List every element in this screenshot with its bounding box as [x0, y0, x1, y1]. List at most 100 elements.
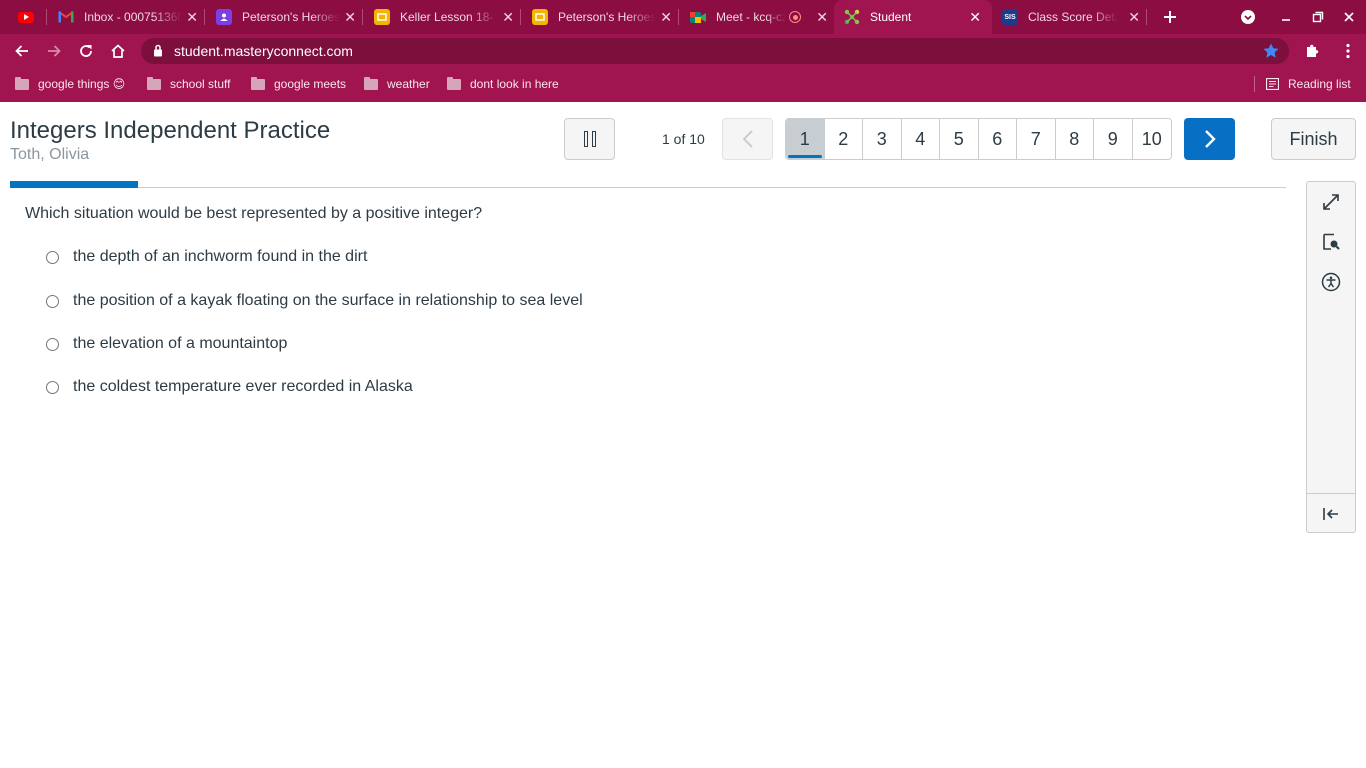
- radio-button[interactable]: [46, 337, 59, 351]
- reading-list-button[interactable]: Reading list: [1266, 68, 1351, 100]
- question-number-button[interactable]: 7: [1017, 119, 1056, 159]
- home-button[interactable]: [106, 39, 130, 63]
- tab-strip: Inbox - 000751360 ✕ Peterson's Heroes ✕ …: [0, 0, 1366, 34]
- next-question-button[interactable]: [1184, 118, 1235, 160]
- tab-title: Peterson's Heroes: [242, 10, 340, 24]
- close-window-button[interactable]: [1334, 0, 1364, 34]
- tab-slides-peterson[interactable]: Peterson's Heroes ✕: [532, 0, 678, 34]
- bookmark-label: google things 😊: [38, 77, 126, 91]
- bookmark-label: google meets: [274, 77, 347, 91]
- close-icon[interactable]: ✕: [1128, 9, 1140, 25]
- question-number-button[interactable]: 5: [940, 119, 979, 159]
- bookmark-star-icon[interactable]: [1262, 42, 1280, 65]
- tab-meet[interactable]: Meet - kcq-cz ✕: [690, 0, 834, 34]
- recording-icon: [789, 11, 801, 23]
- close-icon[interactable]: ✕: [816, 9, 828, 25]
- close-icon[interactable]: ✕: [660, 9, 672, 25]
- pause-icon: [583, 131, 588, 147]
- classroom-icon: [216, 9, 232, 25]
- address-bar[interactable]: student.masteryconnect.com: [141, 38, 1289, 64]
- expand-button[interactable]: [1319, 190, 1343, 214]
- question-number-button[interactable]: 9: [1094, 119, 1133, 159]
- bookmark-folder-google-things[interactable]: google things 😊: [15, 68, 125, 100]
- folder-icon: [447, 76, 461, 90]
- tab-title: Keller Lesson 18-: [400, 10, 494, 24]
- minimize-icon: [1282, 19, 1290, 21]
- radio-button[interactable]: [46, 380, 59, 394]
- chevron-left-icon: [742, 130, 753, 148]
- tab-slides-keller[interactable]: Keller Lesson 18- ✕: [374, 0, 520, 34]
- folder-icon: [364, 76, 378, 90]
- expand-icon: [1323, 194, 1339, 210]
- question-position: 1 of 10: [662, 131, 705, 147]
- tab-sis[interactable]: SIS Class Score Details ✕: [1002, 0, 1146, 34]
- previous-question-button[interactable]: [722, 118, 773, 160]
- choice-label: the depth of an inchworm found in the di…: [73, 248, 368, 265]
- slides-icon: [532, 9, 548, 25]
- question-number-button[interactable]: 3: [863, 119, 902, 159]
- question-number-button[interactable]: 2: [824, 119, 863, 159]
- progress-track: [10, 187, 1286, 188]
- tab-search-button[interactable]: [1233, 0, 1263, 34]
- answer-choice[interactable]: the depth of an inchworm found in the di…: [46, 248, 367, 266]
- answer-choice[interactable]: the position of a kayak floating on the …: [46, 292, 583, 310]
- close-icon[interactable]: ✕: [344, 9, 356, 25]
- progress-bar: [10, 181, 138, 188]
- assessment-app: Integers Independent Practice Toth, Oliv…: [0, 102, 1366, 768]
- tools-divider: [1307, 493, 1355, 494]
- arrow-left-icon: [15, 45, 28, 57]
- menu-button[interactable]: [1336, 39, 1360, 63]
- tab-student[interactable]: Student ✕: [834, 0, 992, 34]
- extensions-button[interactable]: [1300, 39, 1324, 63]
- bookmark-folder-school-stuff[interactable]: school stuff: [147, 68, 230, 100]
- restore-button[interactable]: [1303, 0, 1333, 34]
- pause-button[interactable]: [564, 118, 615, 160]
- forward-button[interactable]: [42, 39, 66, 63]
- radio-button[interactable]: [46, 250, 59, 264]
- close-icon[interactable]: ✕: [502, 9, 514, 25]
- answer-choice[interactable]: the coldest temperature ever recorded in…: [46, 378, 413, 396]
- question-number-button[interactable]: 4: [901, 119, 940, 159]
- close-icon[interactable]: ✕: [969, 9, 981, 25]
- answer-choice[interactable]: the elevation of a mountaintop: [46, 335, 287, 353]
- finish-button[interactable]: Finish: [1271, 118, 1356, 160]
- accessibility-icon: [1321, 272, 1341, 292]
- bookmark-folder-google-meets[interactable]: google meets: [251, 68, 346, 100]
- chevron-down-circle-icon: [1241, 10, 1255, 24]
- page-title: Integers Independent Practice: [10, 117, 331, 144]
- back-button[interactable]: [10, 39, 34, 63]
- new-tab-button[interactable]: [1155, 0, 1185, 34]
- tab-title: Inbox - 000751360: [84, 10, 182, 24]
- minimize-button[interactable]: [1271, 0, 1301, 34]
- question-number-button[interactable]: 1: [786, 119, 825, 159]
- tab-youtube[interactable]: [10, 0, 46, 34]
- reload-icon: [80, 45, 92, 57]
- slides-icon: [374, 9, 390, 25]
- collapse-panel-button[interactable]: [1319, 502, 1343, 526]
- question-prompt: Which situation would be best represente…: [25, 205, 483, 222]
- bookmark-folder-weather[interactable]: weather: [364, 68, 430, 100]
- magnifier-button[interactable]: [1319, 230, 1343, 254]
- reload-button[interactable]: [74, 39, 98, 63]
- tab-gmail[interactable]: Inbox - 000751360 ✕: [58, 0, 204, 34]
- radio-button[interactable]: [46, 294, 59, 308]
- folder-icon: [147, 76, 161, 90]
- meet-icon: [690, 9, 706, 25]
- question-number-button[interactable]: 8: [1055, 119, 1094, 159]
- puzzle-icon: [1307, 44, 1319, 57]
- bookmark-folder-dont-look[interactable]: dont look in here: [447, 68, 559, 100]
- question-number-button[interactable]: 6: [978, 119, 1017, 159]
- close-icon[interactable]: ✕: [186, 9, 198, 25]
- tab-classroom[interactable]: Peterson's Heroes ✕: [216, 0, 362, 34]
- question-navigator: 1 2 3 4 5 6 7 8 9 10: [785, 118, 1172, 160]
- lock-icon: [153, 44, 163, 62]
- reading-list-label: Reading list: [1288, 77, 1351, 91]
- tab-title: Peterson's Heroes: [558, 10, 656, 24]
- reading-list-icon: [1266, 78, 1279, 90]
- arrow-right-icon: [48, 45, 61, 57]
- question-number-button[interactable]: 10: [1132, 119, 1171, 159]
- gmail-icon: [58, 9, 74, 25]
- bookmark-label: weather: [387, 77, 430, 91]
- bookmark-label: school stuff: [170, 77, 231, 91]
- accessibility-button[interactable]: [1319, 270, 1343, 294]
